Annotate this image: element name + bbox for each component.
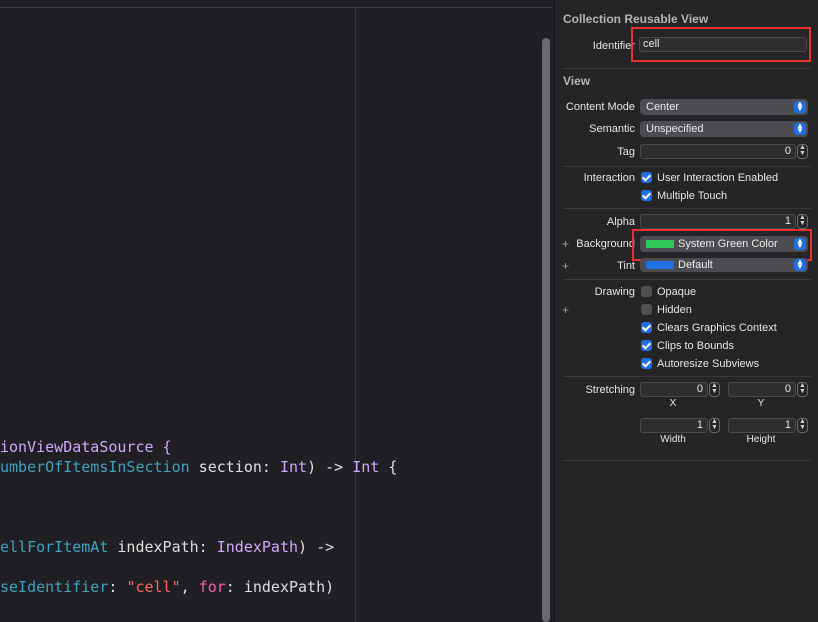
y-caption: Y [757,398,765,409]
tag-stepper[interactable]: ▲ ▼ [797,144,808,159]
stretch-y-value: 0 [784,383,791,395]
alpha-field[interactable]: 1 [640,214,796,229]
divider [563,208,811,209]
chevron-updown-icon: ▲ ▼ [794,258,806,271]
code-line[interactable]: ellForItemAt indexPath: IndexPath) -> [0,537,334,557]
hidden-checkbox[interactable] [641,304,652,315]
stretch-x-value: 0 [696,383,703,395]
section-title-reusable-view: Collection Reusable View [563,12,709,26]
interaction-label: Interaction [583,172,635,184]
add-variation-icon[interactable]: + [562,303,569,317]
tint-popup[interactable]: Default ▲ ▼ [640,258,808,272]
hidden-label: Hidden [657,304,692,316]
code-token: : [108,578,127,596]
content-mode-value: Center [646,101,680,113]
code-token: indexPath: [108,538,217,556]
highlight-box-identifier [631,27,811,62]
stretch-height-value: 1 [784,419,791,431]
multiple-touch-label: Multiple Touch [657,190,728,202]
page-guide-line [355,8,356,622]
clips-to-bounds-checkbox[interactable] [641,340,652,351]
tag-field[interactable]: 0 [640,144,796,159]
code-token: umberOfItemsInSection [0,458,190,476]
alpha-value: 1 [784,215,791,227]
clears-graphics-checkbox[interactable] [641,322,652,333]
content-mode-popup[interactable]: Center ▲ ▼ [640,99,808,115]
divider [563,279,811,280]
multiple-touch-checkbox[interactable] [641,190,652,201]
clips-to-bounds-label: Clips to Bounds [657,340,735,352]
code-token: Int [352,458,380,476]
stretch-x-stepper[interactable]: ▲ ▼ [709,382,720,397]
attributes-inspector: Collection Reusable View Identifier cell… [554,0,818,622]
code-token: ) -> [298,538,335,556]
user-interaction-checkbox[interactable] [641,172,652,183]
divider [563,460,811,461]
opaque-checkbox[interactable] [641,286,652,297]
code-token: IndexPath [216,538,299,556]
semantic-value: Unspecified [646,123,704,135]
stretch-width-stepper[interactable]: ▲ ▼ [709,418,720,433]
code-token: seIdentifier [0,578,109,596]
stretch-width-field[interactable]: 1 [640,418,708,433]
stretching-label: Stretching [585,384,635,396]
stretch-y-field[interactable]: 0 [728,382,796,397]
semantic-label: Semantic [589,123,635,135]
width-caption: Width [660,434,686,445]
alpha-stepper[interactable]: ▲ ▼ [797,214,808,229]
drawing-label: Drawing [594,286,635,298]
section-title-view: View [563,74,591,88]
code-line[interactable]: umberOfItemsInSection section: Int) -> I… [0,457,397,477]
stretch-width-value: 1 [696,419,703,431]
code-token: : indexPath) [225,578,335,596]
color-swatch [646,261,674,269]
content-mode-label: Content Mode [565,101,635,113]
height-caption: Height [746,434,776,445]
code-token: ellForItemAt [0,538,109,556]
chevron-updown-icon: ▲ ▼ [794,100,806,113]
opaque-label: Opaque [657,286,697,298]
code-line[interactable]: ionViewDataSource { [0,437,172,457]
x-caption: X [669,398,677,409]
background-label: Background [576,238,635,250]
divider [563,376,811,377]
stretch-height-field[interactable]: 1 [728,418,796,433]
code-token: Int [279,458,308,476]
code-token: "cell" [126,578,181,596]
code-token: ionViewDataSource { [0,438,172,456]
code-editor[interactable]: ionViewDataSource { umberOfItemsInSectio… [0,0,553,622]
clears-graphics-label: Clears Graphics Context [657,322,777,334]
stretch-x-field[interactable]: 0 [640,382,708,397]
editor-top-divider [0,7,553,8]
stretch-y-stepper[interactable]: ▲ ▼ [797,382,808,397]
tint-label: Tint [617,260,635,272]
semantic-popup[interactable]: Unspecified ▲ ▼ [640,121,808,137]
alpha-label: Alpha [606,216,635,228]
tag-value: 0 [784,145,791,157]
code-token: section: [189,458,280,476]
code-token: for [198,578,226,596]
tint-value: Default [678,259,713,271]
chevron-updown-icon: ▲ ▼ [794,122,806,135]
tag-label: Tag [617,146,635,158]
identifier-label: Identifier [592,40,635,52]
divider [563,68,811,69]
code-token: , [180,578,199,596]
code-token: ) -> [307,458,353,476]
autoresize-checkbox[interactable] [641,358,652,369]
highlight-box-background [632,229,812,261]
code-line[interactable]: seIdentifier: "cell", for: indexPath) [0,577,334,597]
user-interaction-label: User Interaction Enabled [657,172,779,184]
editor-scrollbar-thumb[interactable] [542,38,550,622]
autoresize-label: Autoresize Subviews [657,358,760,370]
code-token: { [379,458,398,476]
divider [563,166,811,167]
stretch-height-stepper[interactable]: ▲ ▼ [797,418,808,433]
